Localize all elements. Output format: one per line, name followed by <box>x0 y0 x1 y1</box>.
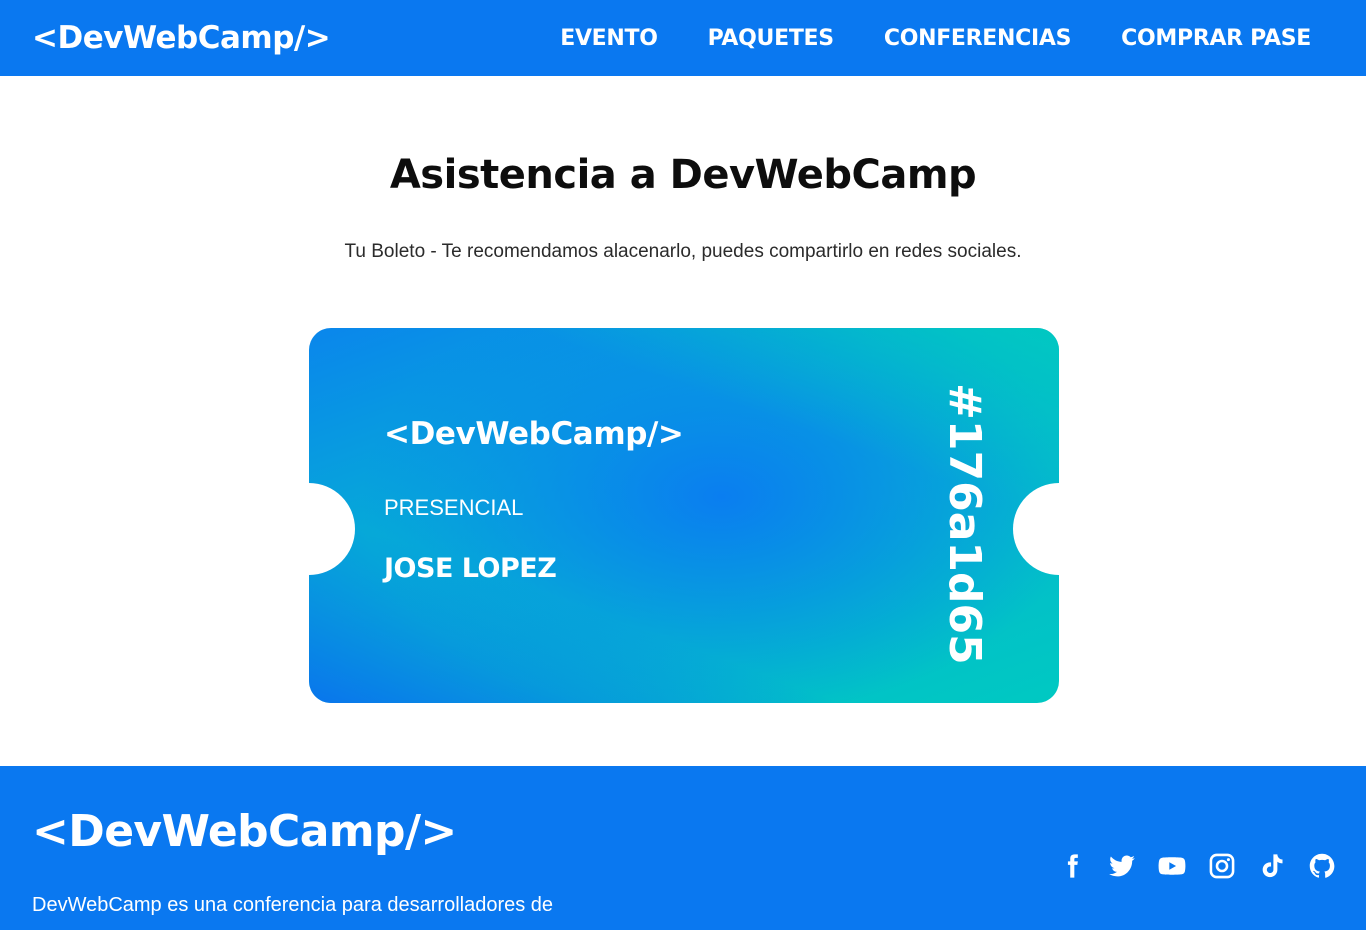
ticket-plan: PRESENCIAL <box>384 495 524 520</box>
site-header: <DevWebCamp/> EVENTO PAQUETES CONFERENCI… <box>0 0 1366 76</box>
ticket-logo: <DevWebCamp/> <box>384 416 684 452</box>
page-subtitle: Tu Boleto - Te recomendamos alacenarlo, … <box>344 241 1022 262</box>
ticket-code: #176a1d65 <box>939 383 990 665</box>
footer-logo[interactable]: <DevWebCamp/> <box>32 806 457 857</box>
ticket-holder-name: JOSE LOPEZ <box>384 553 557 584</box>
tiktok-icon[interactable] <box>1258 852 1286 880</box>
twitter-icon[interactable] <box>1108 852 1136 880</box>
social-links <box>1058 852 1336 880</box>
instagram-icon[interactable] <box>1208 852 1236 880</box>
nav-item-paquetes[interactable]: PAQUETES <box>708 26 835 51</box>
footer-description: DevWebCamp es una conferencia para desar… <box>32 894 554 916</box>
page-title: Asistencia a DevWebCamp <box>389 152 977 198</box>
ticket-card: <DevWebCamp/> PRESENCIAL JOSE LOPEZ #176… <box>309 328 1059 703</box>
facebook-icon[interactable] <box>1058 852 1086 880</box>
nav-item-conferencias[interactable]: CONFERENCIAS <box>884 26 1072 51</box>
header-logo[interactable]: <DevWebCamp/> <box>32 20 331 56</box>
nav-item-comprar-pase[interactable]: COMPRAR PASE <box>1121 26 1311 51</box>
github-icon[interactable] <box>1308 852 1336 880</box>
youtube-icon[interactable] <box>1158 852 1186 880</box>
main-nav: EVENTO PAQUETES CONFERENCIAS COMPRAR PAS… <box>560 26 1311 51</box>
site-footer: <DevWebCamp/> DevWebCamp es una conferen… <box>0 766 1366 930</box>
ticket-content: <DevWebCamp/> PRESENCIAL JOSE LOPEZ #176… <box>309 328 1059 703</box>
nav-item-evento[interactable]: EVENTO <box>560 26 658 51</box>
